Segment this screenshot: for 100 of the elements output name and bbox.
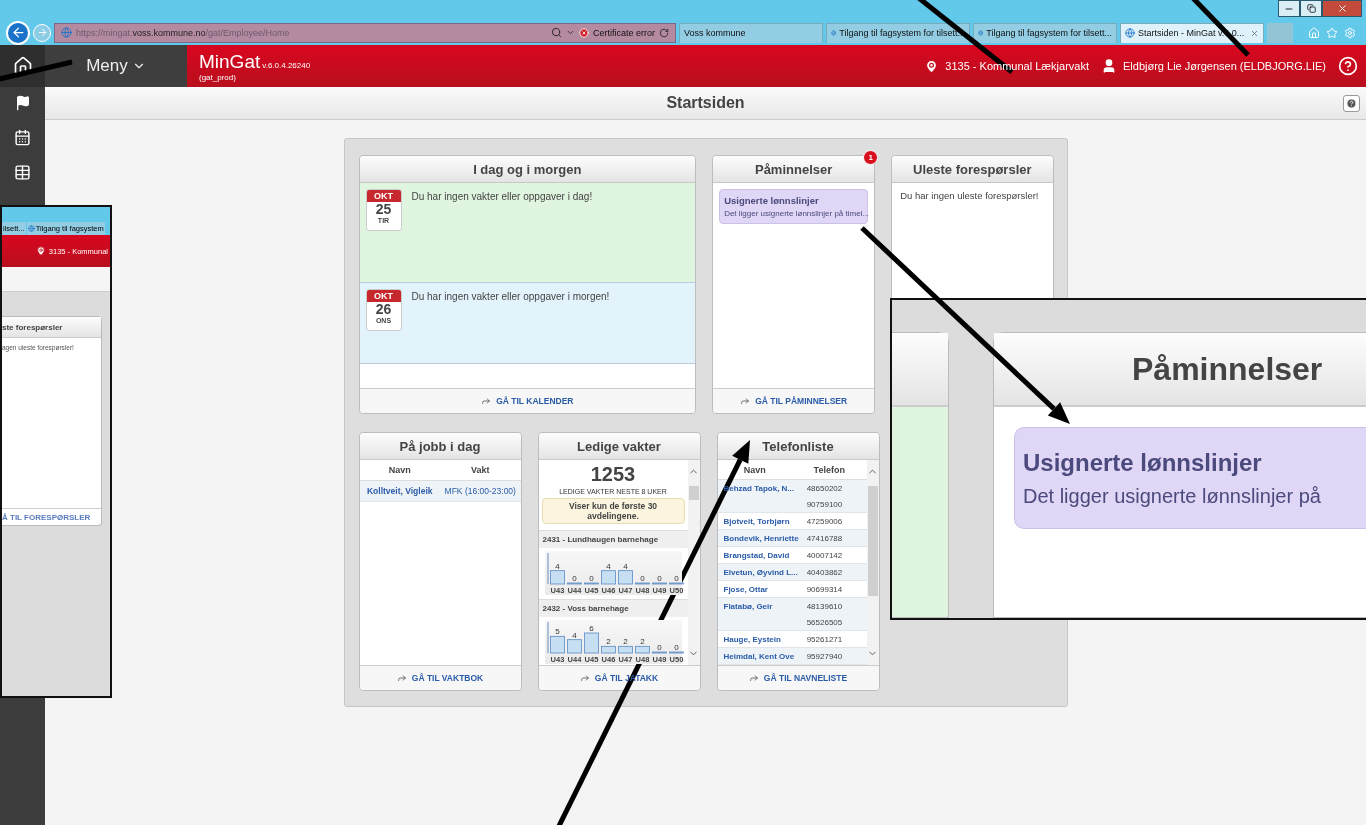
caret-icon[interactable] [566, 28, 575, 37]
calendar-icon[interactable] [14, 129, 31, 146]
help-icon[interactable] [1338, 56, 1358, 76]
reminder-item: Usignerte lønnslinjer Det ligger usignerte lønnslinjer på [1014, 427, 1366, 529]
restore-icon [1306, 4, 1316, 13]
bar-value-label: 0 [639, 574, 645, 583]
phone-number: 48650202 [806, 483, 844, 495]
notice-bubble: Viser kun de første 30 avdelingene. [541, 498, 685, 524]
url-text: https://mingat.voss.kommune.no/gat/Employee/Home [76, 27, 291, 38]
browser-icon [978, 28, 984, 38]
name-link[interactable]: Brangstad, David [717, 547, 807, 560]
share-arrow-icon [740, 396, 751, 406]
user-link[interactable]: Eldbjørg Lie Jørgensen (ELDBJORG.LIE) [1123, 60, 1326, 72]
name-link[interactable]: Hauge, Eystein [717, 631, 807, 644]
share-arrow-icon [396, 673, 407, 683]
day-message: Du har ingen vakter eller oppgaver i morgen! [411, 290, 610, 304]
bar-value-label: 2 [605, 637, 611, 647]
empty-message: Du har ingen uleste forespørsler! [899, 189, 1040, 203]
column-header: Vakt [470, 465, 491, 475]
browser-tab[interactable]: Voss kommune [679, 22, 823, 43]
table-icon[interactable] [14, 164, 31, 181]
browser-icon [27, 225, 35, 232]
bar-value-label: 0 [571, 574, 577, 583]
browser-icon [1125, 28, 1135, 38]
card-title: Påminnelser [754, 161, 833, 177]
scrollbar-thumb[interactable] [867, 486, 878, 596]
card-link[interactable]: GÅ TIL VAKTBOK [396, 673, 484, 683]
card-title: ste forespørsler [2, 322, 63, 332]
address-bar[interactable]: https://mingat.voss.kommune.no/gat/Employee/Home Certificate error [54, 22, 676, 43]
close-icon[interactable] [1250, 28, 1259, 38]
phone-number: 40007142 [806, 550, 844, 562]
search-icon[interactable] [551, 27, 562, 38]
phone-number: 56526505 [806, 617, 844, 629]
help-button[interactable] [1343, 95, 1360, 112]
back-button[interactable] [6, 20, 30, 45]
pin-icon [35, 246, 46, 256]
pin-icon [924, 58, 940, 74]
bar-value-label: 5 [554, 627, 560, 637]
department-title: 2432 - Voss barnehage [538, 599, 688, 617]
share-arrow-icon [748, 673, 759, 683]
environment-text: (gat_prod) [199, 72, 237, 82]
name-link[interactable]: Flatabø, Geir [717, 598, 807, 611]
refresh-icon[interactable] [659, 27, 669, 38]
bar-value-label: 2 [622, 637, 628, 647]
phone-number: 95261271 [806, 634, 844, 646]
bar-value-label: 4 [554, 561, 560, 571]
phone-number: 95927940 [806, 651, 844, 663]
bar-value-label: 2 [639, 637, 645, 647]
bar-value-label: 4 [571, 630, 577, 640]
minimize-button[interactable] [1278, 0, 1300, 17]
menu-button[interactable]: Meny [45, 45, 187, 87]
card-link[interactable]: GÅ TIL NAVNELISTE [748, 673, 848, 683]
card-link[interactable]: GÅ TIL KALENDER [481, 396, 574, 406]
column-header: Telefon [812, 464, 846, 475]
bar-value-label: 0 [656, 574, 662, 583]
page-title: Startsiden [666, 94, 745, 112]
notification-badge: 1 [863, 150, 879, 165]
bar-value-label: 0 [656, 643, 662, 652]
card-title: På jobb i dag [399, 438, 481, 454]
card-title: Påminnelser [1132, 350, 1323, 388]
phone-number: 48139610 [806, 601, 844, 613]
card-title: I dag og i morgen [473, 161, 582, 177]
phone-number: 40403862 [806, 567, 844, 579]
card-title: Telefonliste [762, 438, 834, 454]
name-link[interactable]: Heimdal, Kent Ove [717, 648, 807, 661]
arrow-right-icon [36, 27, 48, 38]
version-text: v.6.0.4.26240 [262, 60, 311, 70]
bar-value-label: 4 [622, 561, 628, 571]
house-icon[interactable] [12, 56, 33, 76]
restore-button[interactable] [1300, 0, 1322, 17]
bar-value-label: 4 [605, 561, 611, 571]
bar-value-label: 6 [588, 624, 594, 633]
card-link[interactable]: GÅ TIL PÅMINNELSER [740, 396, 848, 406]
help-icon [1346, 98, 1357, 109]
name-link[interactable]: Kolltveit, Vigleik [359, 481, 440, 501]
day-message: Du har ingen vakter eller oppgaver i dag! [411, 190, 593, 204]
name-link[interactable]: Fjose, Ottar [717, 581, 807, 594]
name-link[interactable]: Bondevik, Henriette [717, 530, 807, 543]
product-name: MinGat [199, 50, 261, 73]
browser-icon [61, 27, 72, 38]
error-icon [579, 27, 589, 38]
flag-icon[interactable] [14, 95, 31, 111]
reminder-item[interactable]: Usignerte lønnslinjer Det ligger usignerte lønnslinjer på timel... [719, 189, 869, 224]
share-arrow-icon [579, 673, 590, 683]
bar-value-label: 0 [673, 643, 679, 652]
phone-number: 47259006 [806, 516, 844, 528]
scrollbar[interactable] [687, 460, 700, 665]
star-icon[interactable] [1326, 26, 1338, 39]
shift-link[interactable]: MFK (16:00-23:00) [440, 486, 521, 496]
phone-number: 90759100 [806, 499, 844, 511]
column-header: Navn [387, 465, 412, 475]
card-link[interactable]: Å TIL FORESPØRSLER [2, 512, 91, 522]
browser-tab[interactable]: Tilgang til fagsystem for tilsett... [973, 22, 1117, 43]
phone-number: 90699314 [806, 584, 844, 596]
browser-icon [831, 28, 837, 38]
name-link[interactable]: Bjotveit, Torbjørn [717, 513, 807, 526]
certificate-error[interactable]: Certificate error [593, 27, 655, 38]
scrollbar-thumb[interactable] [688, 486, 699, 500]
shift-count: 1253 [589, 462, 637, 486]
name-link[interactable]: Elvetun, Øyvind L... [717, 564, 807, 577]
